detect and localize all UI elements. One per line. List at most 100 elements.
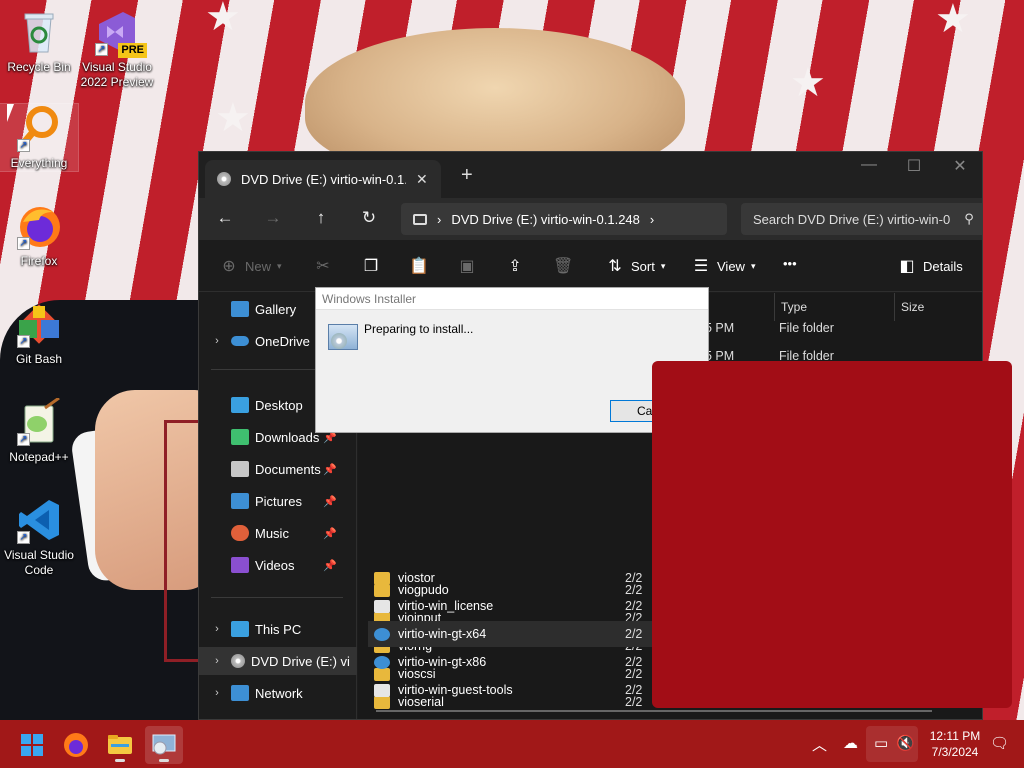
share-icon: ⇪ <box>508 258 522 275</box>
notification-icon[interactable]: 🗨 <box>990 734 1009 752</box>
chevron-right-icon[interactable]: › <box>209 687 225 699</box>
taskbar-firefox[interactable] <box>57 726 95 764</box>
desktop-icon-recycle-bin[interactable]: Recycle Bin <box>0 8 78 75</box>
search-input[interactable]: Search DVD Drive (E:) virtio-win-0 ⚲ <box>741 203 982 235</box>
chevron-right-icon[interactable]: › <box>209 623 225 635</box>
start-button[interactable] <box>13 726 51 764</box>
file-row[interactable]: virtio-win-gt-x86 2/2 <box>368 649 658 675</box>
desktop-icon-visual-studio-preview[interactable]: PRE ↗ Visual Studio 2022 Preview <box>78 8 156 90</box>
taskbar-file-explorer[interactable] <box>101 726 139 764</box>
new-tab-button[interactable]: + <box>461 164 473 187</box>
firefox-icon: ↗ <box>15 202 63 250</box>
cut-button[interactable]: ✂ <box>313 256 333 276</box>
taskbar: ︿ ☁ ▭ 🔇 12:11 PM 7/3/2024 🗨 <box>0 720 1024 768</box>
explorer-tab[interactable]: DVD Drive (E:) virtio-win-0.1.24 ✕ <box>205 160 441 198</box>
up-button[interactable]: ↑ <box>309 208 333 228</box>
pin-icon[interactable]: 📌 <box>323 463 337 476</box>
view-button[interactable]: ☰ View ▾ <box>691 256 756 276</box>
taskbar-installer[interactable] <box>145 726 183 764</box>
nav-item-videos[interactable]: Videos 📌 <box>199 551 357 579</box>
column-header-size[interactable]: Size <box>894 293 982 321</box>
onedrive-icon <box>231 336 249 346</box>
file-date: 2/2 <box>625 599 643 613</box>
file-row[interactable]: viostor 2/2 <box>368 565 658 591</box>
tray-network-volume[interactable]: ▭ 🔇 <box>866 726 918 762</box>
nav-item-documents[interactable]: Documents 📌 <box>199 455 357 483</box>
file-row[interactable]: virtio-win-gt-x64 2/2 <box>368 621 658 647</box>
document-icon <box>374 599 390 613</box>
dvd-drive-icon <box>231 654 245 668</box>
close-tab-icon[interactable]: ✕ <box>416 171 428 188</box>
maximize-button[interactable]: ☐ <box>891 156 937 176</box>
tab-title: DVD Drive (E:) virtio-win-0.1.24 <box>241 171 406 187</box>
vscode-icon: ↗ <box>15 496 63 544</box>
sort-button[interactable]: ⇅ Sort ▾ <box>605 256 665 276</box>
volume-muted-icon: 🔇 <box>896 735 915 752</box>
cut-icon: ✂ <box>316 258 330 275</box>
nav-item-network[interactable]: › Network <box>199 679 357 707</box>
desktop-icon-firefox[interactable]: ↗ Firefox <box>0 202 78 269</box>
cloud-offline-icon[interactable]: ☁ <box>843 734 858 752</box>
rename-icon: ▣ <box>459 258 475 275</box>
new-button[interactable]: ⊕ New ▾ <box>219 256 282 276</box>
back-button[interactable]: ← <box>213 208 237 228</box>
refresh-button[interactable]: ↻ <box>357 208 381 228</box>
nav-item-dvd-drive[interactable]: › DVD Drive (E:) vi <box>199 647 357 675</box>
paste-button[interactable]: 📋 <box>409 256 429 276</box>
address-bar[interactable]: › DVD Drive (E:) virtio-win-0.1.248 › <box>401 203 727 235</box>
chevron-up-icon[interactable]: ︿ <box>812 734 827 755</box>
command-bar: ⊕ New ▾ ✂ ❐ 📋 ▣ ⇪ 🗑 ⇅ Sort ▾ ☰ View ▾ ••… <box>199 240 982 292</box>
sort-label: Sort <box>631 258 655 274</box>
close-window-button[interactable]: ✕ <box>937 156 982 176</box>
folder-icon <box>374 571 390 585</box>
nav-item-music[interactable]: Music 📌 <box>199 519 357 547</box>
share-button[interactable]: ⇪ <box>505 256 525 276</box>
desktop-icon-label: Git Bash <box>15 352 63 366</box>
network-icon: ▭ <box>874 735 889 752</box>
horizontal-scrollbar[interactable] <box>376 710 932 712</box>
chevron-right-icon[interactable]: › <box>209 335 225 347</box>
installer-icon <box>328 324 358 350</box>
red-overlay-panel <box>652 361 1012 708</box>
minimize-button[interactable]: — <box>846 156 892 174</box>
nav-separator <box>211 597 343 598</box>
network-icon <box>231 685 249 701</box>
windows-installer-dialog[interactable]: Windows Installer Preparing to install..… <box>315 287 709 433</box>
delete-button[interactable]: 🗑 <box>553 256 573 276</box>
shortcut-arrow-icon: ↗ <box>17 531 30 544</box>
more-options-button[interactable]: ••• <box>783 256 797 271</box>
installer-package-icon <box>374 627 390 641</box>
monitor-icon <box>413 213 427 225</box>
file-row[interactable]: virtio-win_license 2/2 <box>368 593 658 619</box>
desktop-icon-git-bash[interactable]: ↗ Git Bash <box>0 300 78 367</box>
forward-button[interactable]: → <box>261 208 285 228</box>
breadcrumb-current[interactable]: DVD Drive (E:) virtio-win-0.1.248 <box>451 212 640 227</box>
downloads-icon <box>231 429 249 445</box>
running-indicator <box>115 759 125 762</box>
file-type: File folder <box>779 321 834 335</box>
chevron-right-icon[interactable]: › <box>209 655 225 667</box>
dvd-drive-icon <box>217 172 231 186</box>
copy-button[interactable]: ❐ <box>361 256 381 276</box>
nav-item-this-pc[interactable]: › This PC <box>199 615 357 643</box>
pictures-icon <box>231 493 249 509</box>
more-icon: ••• <box>783 256 797 271</box>
chevron-down-icon: ▾ <box>750 260 756 271</box>
pin-icon[interactable]: 📌 <box>323 559 337 572</box>
details-button[interactable]: ◧ Details <box>897 256 962 276</box>
file-row[interactable]: virtio-win-guest-tools 2/2 <box>368 677 658 703</box>
desktop-icon-notepadpp[interactable]: ↗ Notepad++ <box>0 396 78 465</box>
chevron-down-icon: ▾ <box>277 260 282 271</box>
system-clock[interactable]: 12:11 PM 7/3/2024 <box>922 728 988 760</box>
nav-item-pictures[interactable]: Pictures 📌 <box>199 487 357 515</box>
dialog-title: Windows Installer <box>316 288 708 310</box>
pin-icon[interactable]: 📌 <box>323 495 337 508</box>
pin-icon[interactable]: 📌 <box>323 527 337 540</box>
search-placeholder: Search DVD Drive (E:) virtio-win-0 <box>753 211 951 227</box>
start-icon <box>21 734 43 756</box>
rename-button[interactable]: ▣ <box>457 256 477 276</box>
breadcrumb-chevron-icon[interactable]: › <box>650 212 654 227</box>
desktop-icon-vscode[interactable]: ↗ Visual Studio Code <box>0 496 78 578</box>
file-date: 5 PM <box>705 321 735 335</box>
title-bar[interactable]: DVD Drive (E:) virtio-win-0.1.24 ✕ + — ☐… <box>199 152 982 198</box>
